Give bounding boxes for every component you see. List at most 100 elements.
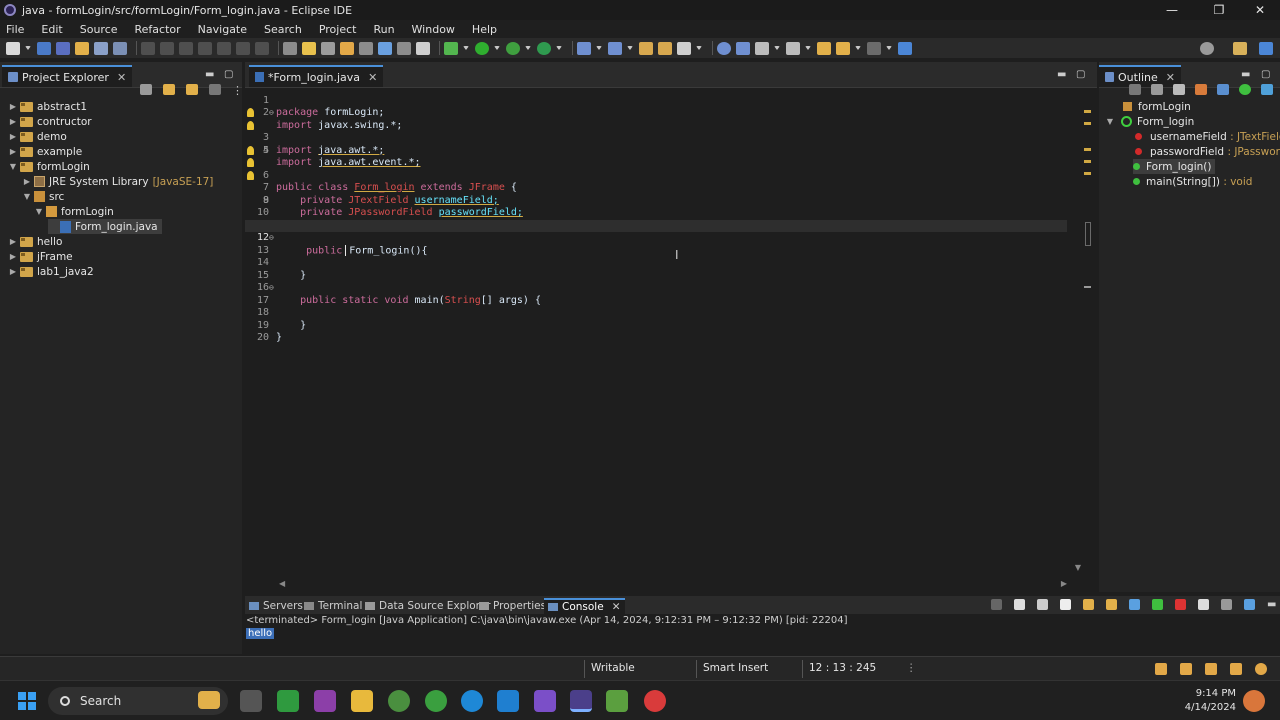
status-cursor-position[interactable]: 12 : 13 : 245 bbox=[809, 662, 876, 674]
status-more-icon[interactable]: ⋮ bbox=[906, 662, 917, 674]
windows-start-icon[interactable] bbox=[18, 692, 36, 710]
pen-icon[interactable] bbox=[1230, 663, 1242, 675]
remove-all-terminated-icon[interactable] bbox=[1037, 599, 1048, 610]
code-line-4[interactable]: 4 import java.awt.event.*; bbox=[245, 120, 1067, 168]
tab-console[interactable]: Console ✕ bbox=[544, 598, 625, 614]
home-icon[interactable] bbox=[1155, 663, 1167, 675]
tab-data-source-explorer[interactable]: Data Source Explorer bbox=[365, 598, 491, 614]
hide-fields-icon[interactable] bbox=[1195, 84, 1207, 95]
new-console-icon[interactable] bbox=[1244, 599, 1255, 610]
forward-icon[interactable] bbox=[867, 41, 881, 55]
tree-item-demo[interactable]: ▶ demo bbox=[8, 129, 67, 144]
outline-item-package[interactable]: formLogin bbox=[1123, 99, 1191, 114]
new-class-dropdown-icon[interactable] bbox=[627, 46, 633, 50]
java-perspective-icon[interactable] bbox=[1259, 41, 1273, 55]
tree-item-package-formlogin[interactable]: ▼ formLogin bbox=[34, 204, 114, 219]
tab-servers[interactable]: Servers bbox=[249, 598, 303, 614]
chrome-icon[interactable] bbox=[388, 690, 410, 712]
show-whitespace-icon[interactable] bbox=[378, 41, 392, 55]
scroll-down-icon[interactable]: ▼ bbox=[1075, 563, 1081, 572]
disconnect-icon[interactable] bbox=[198, 41, 212, 55]
save-icon[interactable] bbox=[37, 41, 51, 55]
view-menu-icon[interactable]: ⋮ bbox=[232, 84, 243, 97]
outline-item-class[interactable]: ▼ Form_login bbox=[1105, 114, 1194, 129]
filter-icon[interactable] bbox=[186, 84, 198, 95]
code-line-18[interactable]: 18 } bbox=[245, 295, 1067, 331]
warning-icon[interactable] bbox=[247, 108, 254, 117]
chrome-profile-icon[interactable] bbox=[425, 690, 447, 712]
settings-icon[interactable] bbox=[1255, 663, 1267, 675]
minimize-button[interactable]: — bbox=[1154, 0, 1190, 20]
search-dropdown-icon[interactable] bbox=[696, 46, 702, 50]
chevron-down-icon[interactable]: ▼ bbox=[34, 207, 44, 216]
web-browser-icon[interactable] bbox=[717, 41, 731, 55]
warning-icon[interactable] bbox=[247, 158, 254, 167]
teams-icon[interactable] bbox=[314, 690, 336, 712]
code-line-15[interactable]: 15 bbox=[245, 257, 1067, 281]
minimize-view-icon[interactable]: ▬ bbox=[1057, 69, 1066, 80]
tree-item-contructor[interactable]: ▶ contructor bbox=[8, 114, 92, 129]
new-java-project-icon[interactable] bbox=[577, 41, 591, 55]
display-console-icon[interactable] bbox=[1198, 599, 1209, 610]
close-icon[interactable]: ✕ bbox=[1166, 71, 1175, 84]
chevron-down-icon[interactable]: ▼ bbox=[8, 162, 18, 171]
console-output[interactable]: hello bbox=[246, 628, 275, 639]
tab-project-explorer[interactable]: Project Explorer ✕ bbox=[2, 65, 133, 87]
search-icon[interactable] bbox=[677, 41, 691, 55]
highlight-icon[interactable] bbox=[340, 41, 354, 55]
xbox-icon[interactable] bbox=[277, 690, 299, 712]
close-icon[interactable]: ✕ bbox=[117, 71, 126, 84]
tree-item-lab1-java2[interactable]: ▶ lab1_java2 bbox=[8, 264, 94, 279]
open-console-dropdown-icon[interactable] bbox=[1221, 599, 1232, 610]
notepad-icon[interactable] bbox=[606, 690, 628, 712]
forward-dropdown-icon[interactable] bbox=[886, 46, 892, 50]
minimize-view-icon[interactable]: ▬ bbox=[1241, 69, 1250, 80]
warning-marker[interactable] bbox=[1084, 148, 1091, 151]
warning-icon[interactable] bbox=[247, 120, 254, 130]
scroll-left-icon[interactable]: ◀ bbox=[279, 579, 285, 588]
warning-marker[interactable] bbox=[1084, 160, 1091, 163]
code-line-2[interactable]: 2 ⊖ import javax.swing.*; bbox=[245, 95, 1067, 131]
warning-icon[interactable] bbox=[247, 145, 254, 155]
minimize-view-icon[interactable]: ▬ bbox=[205, 69, 214, 80]
link-with-editor-icon[interactable] bbox=[163, 84, 175, 95]
file-explorer-icon[interactable] bbox=[351, 690, 373, 712]
task-view-icon[interactable] bbox=[240, 690, 262, 712]
new-class-icon[interactable] bbox=[608, 41, 622, 55]
block-selection-icon[interactable] bbox=[397, 41, 411, 55]
open-task-icon[interactable] bbox=[658, 41, 672, 55]
code-line-16[interactable]: 16 ⊖ public static void main(String[] arg… bbox=[245, 270, 1067, 306]
show-stderr-icon[interactable] bbox=[1152, 599, 1163, 610]
external-tools-dropdown-icon[interactable] bbox=[556, 46, 562, 50]
chevron-right-icon[interactable]: ▶ bbox=[8, 267, 18, 276]
tree-item-formlogin[interactable]: ▼ formLogin bbox=[8, 159, 90, 174]
word-wrap-icon[interactable] bbox=[1106, 599, 1117, 610]
code-line-17[interactable]: 17 bbox=[245, 282, 1067, 306]
scroll-right-icon[interactable]: ▶ bbox=[1061, 579, 1067, 588]
code-line-1[interactable]: 1 package formLogin; bbox=[245, 82, 1067, 119]
java-browsing-icon[interactable] bbox=[898, 41, 912, 55]
close-button[interactable]: ✕ bbox=[1242, 0, 1278, 20]
hat-icon[interactable] bbox=[1205, 663, 1217, 675]
menu-source[interactable]: Source bbox=[80, 23, 118, 36]
code-line-6[interactable]: 6 public class Form_login extends JFrame… bbox=[245, 145, 1067, 193]
chevron-down-icon[interactable]: ▼ bbox=[1105, 117, 1115, 126]
menu-help[interactable]: Help bbox=[472, 23, 497, 36]
breadcrumb-icon[interactable] bbox=[359, 41, 373, 55]
tree-item-jre-library[interactable]: ▶ JRE System Library [JavaSE-17] bbox=[22, 174, 213, 189]
code-line-11[interactable]: 11 bbox=[245, 207, 1067, 231]
maximize-button[interactable]: ❐ bbox=[1201, 0, 1237, 20]
code-line-12-current[interactable]: 12 ⊖ public Form_login(){ bbox=[245, 219, 1067, 256]
search-global-icon[interactable] bbox=[1200, 41, 1214, 55]
undo-icon[interactable] bbox=[75, 41, 89, 55]
menu-edit[interactable]: Edit bbox=[41, 23, 62, 36]
pin-dropdown-icon[interactable] bbox=[805, 46, 811, 50]
ruler-marker[interactable] bbox=[1084, 286, 1091, 288]
debug-dropdown-icon[interactable] bbox=[463, 46, 469, 50]
tree-item-src[interactable]: ▼ src bbox=[22, 189, 64, 204]
back-icon[interactable] bbox=[836, 41, 850, 55]
show-stdout-icon[interactable] bbox=[1129, 599, 1140, 610]
outline-item-username-field[interactable]: usernameField : JTextField bbox=[1135, 129, 1280, 144]
back-dropdown-icon[interactable] bbox=[855, 46, 861, 50]
warning-marker[interactable] bbox=[1084, 122, 1091, 125]
